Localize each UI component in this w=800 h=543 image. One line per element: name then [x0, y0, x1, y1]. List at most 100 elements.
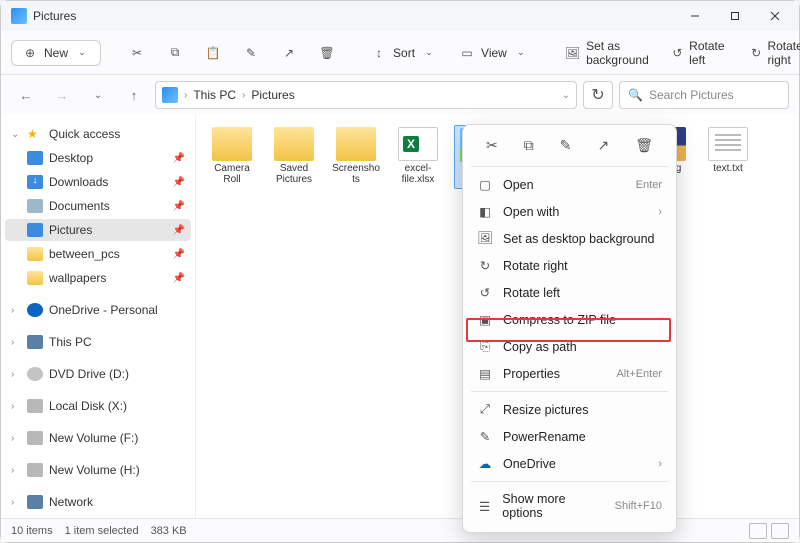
pin-icon: 📌 [173, 249, 185, 260]
icons-view-icon[interactable] [771, 523, 789, 539]
sort-button[interactable]: ↕ Sort ⌄ [363, 41, 445, 65]
sidebar-item-volh[interactable]: › New Volume (H:) [5, 459, 191, 481]
sidebar-item-quickaccess[interactable]: ⌄ ★ Quick access [5, 123, 191, 145]
ctx-label: Show more options [502, 492, 604, 520]
file-item-excel[interactable]: excel-file.xlsx [392, 125, 444, 189]
sidebar-item-documents[interactable]: Documents 📌 [5, 195, 191, 217]
view-button[interactable]: ▭ View ⌄ [451, 41, 537, 65]
refresh-button[interactable]: ↻ [583, 81, 613, 109]
share-button[interactable]: ↗ [273, 41, 305, 65]
status-selected: 1 item selected [65, 525, 139, 537]
separator [471, 166, 668, 167]
app-icon [11, 8, 27, 24]
sidebar-item-downloads[interactable]: ↓ Downloads 📌 [5, 171, 191, 193]
sidebar-label: Pictures [49, 223, 92, 237]
new-button[interactable]: ⊕ New ⌄ [11, 40, 101, 66]
excel-icon [398, 127, 438, 161]
sidebar-label: This PC [49, 335, 92, 349]
sidebar-item-wallpapers[interactable]: wallpapers 📌 [5, 267, 191, 289]
chevron-right-icon: › [11, 369, 21, 380]
close-button[interactable] [755, 2, 795, 30]
ctx-rotate-right[interactable]: ↻ Rotate right [463, 252, 676, 279]
sidebar-item-pictures[interactable]: Pictures 📌 [5, 219, 191, 241]
folder-icon [212, 127, 252, 161]
shortcut: Alt+Enter [616, 368, 662, 380]
file-item-folder[interactable]: Camera Roll [206, 125, 258, 189]
sidebar-label: New Volume (H:) [49, 463, 140, 477]
trash-icon[interactable]: 🗑 [635, 137, 653, 154]
chevron-right-icon: › [11, 465, 21, 476]
sidebar-item-desktop[interactable]: Desktop 📌 [5, 147, 191, 169]
drive-icon [27, 399, 43, 413]
zip-icon: ▣ [477, 312, 493, 327]
rotate-right-button[interactable]: ↻ Rotate right [743, 35, 800, 71]
pin-icon: 📌 [173, 177, 185, 188]
up-button[interactable]: ↑ [119, 80, 149, 110]
status-items: 10 items [11, 525, 53, 537]
titlebar: Pictures [1, 1, 799, 31]
ctx-powerrename[interactable]: ✎ PowerRename [463, 423, 676, 450]
minimize-button[interactable] [675, 2, 715, 30]
properties-icon: ▤ [477, 366, 493, 381]
ctx-openwith[interactable]: ◧ Open with › [463, 198, 676, 225]
back-button[interactable]: ← [11, 80, 41, 110]
sidebar-item-network[interactable]: › Network [5, 491, 191, 513]
breadcrumb-pictures[interactable]: Pictures [251, 88, 294, 102]
details-view-icon[interactable] [749, 523, 767, 539]
file-item-text[interactable]: text.txt [702, 125, 754, 189]
delete-button[interactable]: 🗑 [311, 41, 343, 65]
ctx-label: Open [503, 178, 534, 192]
powerrename-icon: ✎ [477, 429, 493, 444]
breadcrumb-thispc[interactable]: This PC [193, 88, 236, 102]
open-icon: ▢ [477, 177, 493, 192]
cut-button[interactable]: ✂ [121, 41, 153, 65]
rename-button[interactable]: ✎ [235, 41, 267, 65]
ctx-open[interactable]: ▢ Open Enter [463, 171, 676, 198]
downloads-icon: ↓ [27, 175, 43, 189]
ctx-copy-path[interactable]: ⎘ Copy as path [463, 333, 676, 360]
sidebar-item-onedrive[interactable]: › OneDrive - Personal [5, 299, 191, 321]
copy-icon[interactable]: ⧉ [524, 137, 534, 154]
sidebar-item-thispc[interactable]: › This PC [5, 331, 191, 353]
maximize-button[interactable] [715, 2, 755, 30]
recent-button[interactable]: ⌄ [83, 80, 113, 110]
set-background-button[interactable]: 🖼 Set as background [557, 35, 658, 71]
sidebar-item-dvd[interactable]: › DVD Drive (D:) [5, 363, 191, 385]
sidebar-item-between[interactable]: between_pcs 📌 [5, 243, 191, 265]
share-icon[interactable]: ↗ [597, 137, 609, 154]
ctx-set-background[interactable]: 🖼 Set as desktop background [463, 225, 676, 252]
body: ⌄ ★ Quick access Desktop 📌 ↓ Downloads 📌… [1, 115, 799, 518]
file-item-folder[interactable]: Saved Pictures [268, 125, 320, 189]
view-toggle[interactable] [749, 523, 789, 539]
ctx-properties[interactable]: ▤ Properties Alt+Enter [463, 360, 676, 387]
file-item-folder[interactable]: Screenshots [330, 125, 382, 189]
onedrive-icon: ☁ [477, 456, 493, 471]
sidebar-item-volf[interactable]: › New Volume (F:) [5, 427, 191, 449]
breadcrumb[interactable]: › This PC › Pictures ⌄ [155, 81, 577, 109]
pin-icon: 📌 [173, 273, 185, 284]
search-input[interactable]: 🔍 Search Pictures [619, 81, 789, 109]
cut-icon[interactable]: ✂ [486, 137, 498, 154]
ctx-compress-zip[interactable]: ▣ Compress to ZIP file [463, 306, 676, 333]
sidebar-label: Local Disk (X:) [49, 399, 127, 413]
chevron-down-icon[interactable]: ⌄ [562, 90, 570, 101]
chevron-right-icon: › [242, 90, 245, 101]
copy-button[interactable]: ⧉ [159, 41, 191, 65]
ctx-rotate-left[interactable]: ↺ Rotate left [463, 279, 676, 306]
sidebar-item-localx[interactable]: › Local Disk (X:) [5, 395, 191, 417]
rotate-left-button[interactable]: ↺ Rotate left [664, 35, 737, 71]
chevron-right-icon: › [11, 497, 21, 508]
paste-button[interactable]: 📋 [197, 41, 229, 65]
chevron-right-icon: › [11, 305, 21, 316]
folder-icon [27, 271, 43, 285]
ctx-resize-pictures[interactable]: ⤢ Resize pictures [463, 396, 676, 423]
rotleft-label: Rotate left [689, 39, 729, 67]
forward-button[interactable]: → [47, 80, 77, 110]
ctx-onedrive[interactable]: ☁ OneDrive › [463, 450, 676, 477]
folder-icon [274, 127, 314, 161]
rotate-left-icon: ↺ [477, 285, 493, 300]
rename-icon[interactable]: ✎ [560, 137, 572, 154]
paste-icon: 📋 [205, 45, 221, 61]
chevron-down-icon: ⌄ [421, 45, 437, 61]
ctx-show-more[interactable]: ☰ Show more options Shift+F10 [463, 486, 676, 526]
